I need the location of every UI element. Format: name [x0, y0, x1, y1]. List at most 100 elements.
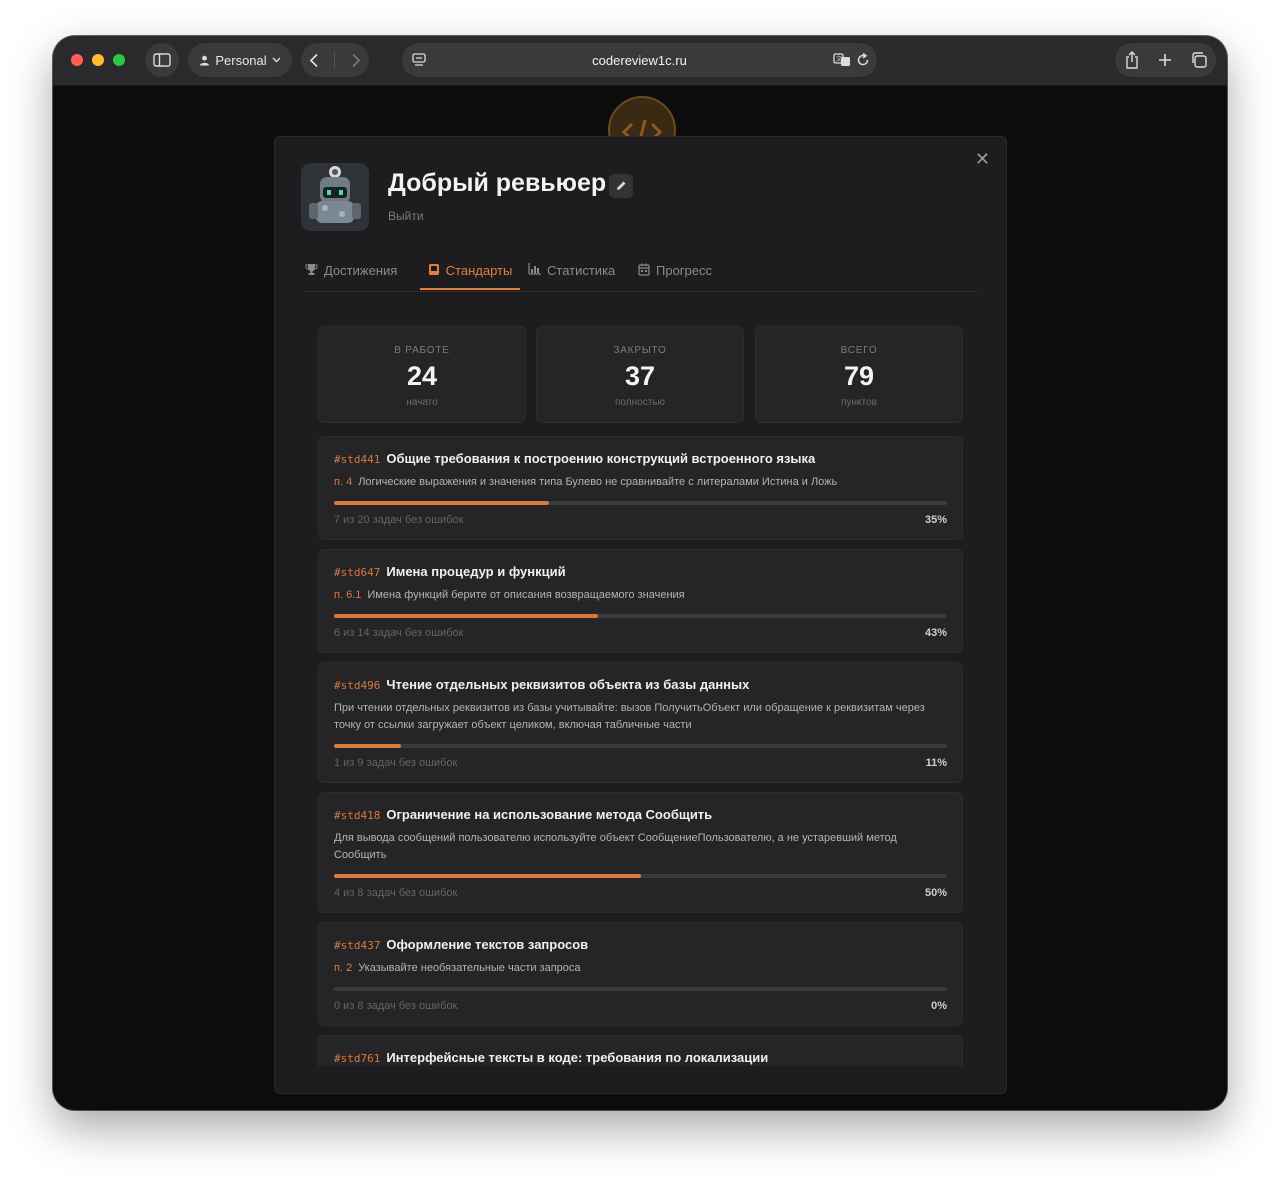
standard-card[interactable]: #std647 Имена процедур и функций п. 6.1 Им… — [318, 549, 963, 653]
minimize-window-button[interactable] — [92, 54, 104, 66]
edit-name-button[interactable] — [609, 174, 633, 198]
back-icon[interactable] — [309, 53, 319, 68]
profile-name: Добрый ревьюер — [388, 169, 607, 197]
standard-point: п. 4 — [334, 476, 353, 488]
standard-card[interactable]: #std437 Оформление текстов запросов п. 2 У… — [318, 922, 963, 1026]
standard-desc-row: При чтении отдельных реквизитов из базы … — [334, 700, 940, 734]
stat-sub: пунктов — [841, 397, 877, 408]
standard-desc-row: п. 2 Указывайте необязательные части запр… — [334, 960, 940, 977]
progress-text: 4 из 8 задач без ошибок — [334, 887, 458, 899]
profile-label: Personal — [215, 52, 267, 68]
progress-bar — [334, 874, 947, 878]
address-bar[interactable]: codereview1c.ru 文 — [402, 43, 877, 77]
stat-in-progress: В РАБОТЕ 24 начато — [318, 326, 526, 423]
avatar — [301, 163, 369, 231]
standard-point: п. 6.1 — [334, 589, 362, 601]
stat-value: 37 — [624, 361, 656, 391]
standard-tag: #std418 — [334, 809, 381, 822]
browser-window: Personal codereview1c.ru 文 ✕ Добрый ревь… — [53, 36, 1227, 1110]
standard-desc: Указывайте необязательные части запроса — [358, 962, 581, 974]
translate-icon[interactable]: 文 — [833, 52, 851, 68]
stat-sub: полностью — [615, 397, 665, 408]
standard-title-row: #std761 Интерфейсные тексты в коде: требо… — [334, 1050, 947, 1065]
reload-icon[interactable] — [856, 52, 870, 68]
profile-modal: ✕ Добрый ревьюер Выйти Достижения Станда… — [274, 136, 1007, 1094]
stat-value: 79 — [843, 361, 875, 391]
standard-tag: #std437 — [334, 939, 381, 952]
standard-point: п. 2 — [334, 962, 353, 974]
progress-bar — [334, 987, 947, 991]
close-window-button[interactable] — [71, 54, 83, 66]
standard-desc: Имена функций берите от описания возвращ… — [367, 589, 685, 601]
profile-tabs: Достижения Стандарты Статистика Прогресс — [303, 257, 978, 292]
logout-link[interactable]: Выйти — [388, 209, 424, 223]
standard-desc-row: п. 6.1 Имена функций берите от описания в… — [334, 587, 940, 604]
standard-tag: #std441 — [334, 453, 381, 466]
progress-text: 6 из 14 задач без ошибок — [334, 627, 464, 639]
browser-toolbar: Personal codereview1c.ru 文 — [53, 36, 1227, 86]
standard-title: Чтение отдельных реквизитов объекта из б… — [386, 677, 750, 692]
standard-title-row: #std647 Имена процедур и функций — [334, 564, 947, 579]
standard-desc-row: Для вывода сообщений пользователю исполь… — [334, 830, 940, 864]
standard-title-row: #std496 Чтение отдельных реквизитов объек… — [334, 677, 947, 692]
close-icon[interactable]: ✕ — [975, 149, 990, 170]
standard-desc: Логические выражения и значения типа Бул… — [358, 476, 838, 488]
pencil-icon — [617, 181, 626, 190]
sidebar-icon — [153, 53, 171, 67]
zoom-window-button[interactable] — [113, 54, 125, 66]
standard-title: Ограничение на использование метода Сооб… — [386, 807, 713, 822]
progress-percent: 11% — [925, 757, 947, 769]
tab-achievements[interactable]: Достижения — [305, 257, 413, 290]
forward-icon[interactable] — [351, 53, 361, 68]
progress-bar — [334, 744, 947, 748]
progress-percent: 0% — [931, 1000, 947, 1012]
chevron-down-icon — [272, 57, 281, 63]
stat-closed: ЗАКРЫТО 37 полностью — [536, 326, 744, 423]
standard-card[interactable]: #std496 Чтение отдельных реквизитов объек… — [318, 662, 963, 783]
standard-title: Общие требования к построению конструкци… — [386, 451, 816, 466]
stat-sub: начато — [406, 397, 438, 408]
standard-desc-row: п. 4 Логические выражения и значения типа… — [334, 474, 940, 491]
progress-percent: 50% — [924, 887, 947, 899]
standard-card[interactable]: #std761 Интерфейсные тексты в коде: требо… — [318, 1035, 963, 1066]
progress-bar — [334, 501, 947, 505]
standard-title: Имена процедур и функций — [386, 564, 566, 579]
progress-fill — [334, 744, 402, 748]
tab-progress[interactable]: Прогресс — [638, 257, 728, 290]
standard-tag: #std761 — [334, 1052, 381, 1065]
standard-title-row: #std441 Общие требования к построению кон… — [334, 451, 947, 466]
stat-label: ЗАКРЫТО — [613, 345, 667, 356]
standard-tag: #std496 — [334, 679, 381, 692]
new-tab-icon[interactable] — [1158, 53, 1172, 67]
tab-progress-label: Прогресс — [656, 263, 713, 278]
progress-text: 7 из 20 задач без ошибок — [334, 514, 464, 526]
tab-achievements-label: Достижения — [324, 263, 398, 278]
share-icon[interactable] — [1125, 51, 1139, 69]
page-content: ✕ Добрый ревьюер Выйти Достижения Станда… — [53, 86, 1227, 1110]
tab-statistics[interactable]: Статистика — [528, 257, 628, 290]
tab-standards[interactable]: Стандарты — [420, 257, 520, 290]
standard-desc: Для вывода сообщений пользователю исполь… — [334, 832, 897, 861]
standard-desc: При чтении отдельных реквизитов из базы … — [334, 702, 925, 731]
tab-standards-label: Стандарты — [445, 263, 513, 278]
progress-percent: 35% — [924, 514, 947, 526]
sidebar-toggle-button[interactable] — [145, 43, 179, 77]
calendar-icon — [638, 263, 650, 276]
tab-overview-icon[interactable] — [1191, 52, 1207, 68]
standard-card[interactable]: #std441 Общие требования к построению кон… — [318, 436, 963, 540]
window-actions — [1115, 43, 1216, 77]
trophy-icon — [305, 264, 318, 275]
standards-list: #std441 Общие требования к построению кон… — [318, 436, 963, 1066]
progress-fill — [334, 501, 549, 505]
stat-total: ВСЕГО 79 пунктов — [755, 326, 963, 423]
standard-tag: #std647 — [334, 566, 381, 579]
bar-chart-icon — [528, 263, 541, 275]
profile-button[interactable]: Personal — [188, 43, 292, 77]
stat-value: 24 — [406, 361, 438, 391]
standard-title: Интерфейсные тексты в коде: требования п… — [386, 1050, 769, 1065]
progress-fill — [334, 874, 641, 878]
standard-card[interactable]: #std418 Ограничение на использование мето… — [318, 792, 963, 913]
stats-row: В РАБОТЕ 24 начато ЗАКРЫТО 37 полностью … — [318, 326, 963, 423]
progress-bar — [334, 614, 947, 618]
url-text: codereview1c.ru — [592, 53, 687, 68]
